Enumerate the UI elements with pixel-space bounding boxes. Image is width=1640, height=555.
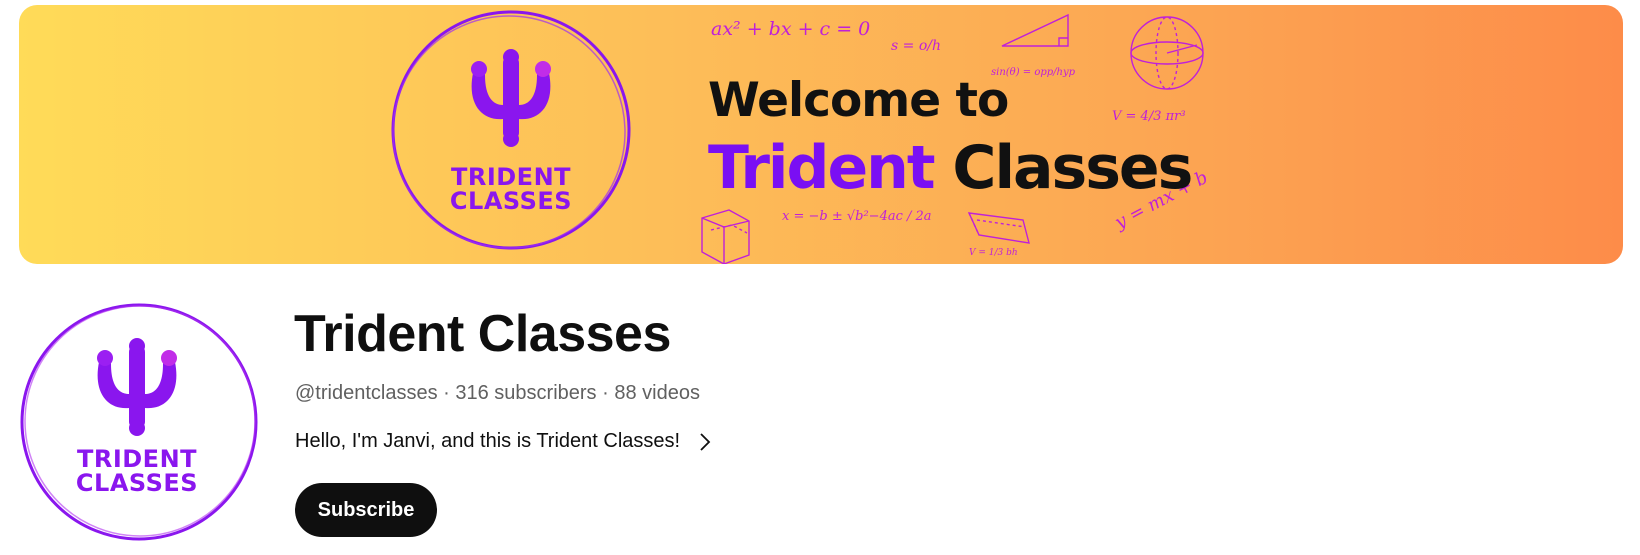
trident-icon [97,338,177,436]
banner-logo-line2: CLASSES [449,187,573,215]
video-count: 88 videos [614,382,700,404]
formula-sin-ratio: s = o/h [891,38,941,54]
chevron-right-icon[interactable] [696,431,714,453]
trident-icon [471,49,551,147]
banner-logo-text: TRIDENT CLASSES [431,165,591,213]
channel-description[interactable]: Hello, I'm Janvi, and this is Trident Cl… [295,430,714,453]
meta-separator: · [437,382,456,404]
channel-banner: ax² + bx + c = 0 s = o/h sin(θ) = opp/hy… [19,5,1623,264]
banner-title-rest: Classes [952,133,1193,203]
avatar-logo-line2: CLASSES [75,469,199,497]
channel-avatar[interactable]: TRIDENT CLASSES [19,302,259,542]
banner-title-brand: Trident [708,133,936,203]
channel-name: Trident Classes [294,305,671,363]
formula-quadratic: ax² + bx + c = 0 [711,18,870,40]
formula-sphere-volume: V = 4/3 πr³ [1112,109,1186,124]
avatar-logo-line1: TRIDENT [76,445,198,473]
subscriber-count: 316 subscribers [455,382,597,404]
banner-title: Trident Classes [708,133,1193,203]
subscribe-button[interactable]: Subscribe [295,483,437,537]
banner-logo-line1: TRIDENT [450,163,572,191]
banner-welcome-text: Welcome to [708,73,1009,128]
channel-handle: @tridentclasses [295,382,438,404]
avatar-logo-text: TRIDENT CLASSES [57,447,217,495]
avatar-logo [20,303,258,541]
formula-prism-volume: V = 1/3 bh [969,248,1018,258]
meta-separator: · [596,382,615,404]
channel-meta: @tridentclasses · 316 subscribers · 88 v… [295,382,700,405]
formula-quadratic-formula: x = −b ± √b²−4ac / 2a [782,209,932,224]
channel-description-text: Hello, I'm Janvi, and this is Trident Cl… [295,430,681,452]
